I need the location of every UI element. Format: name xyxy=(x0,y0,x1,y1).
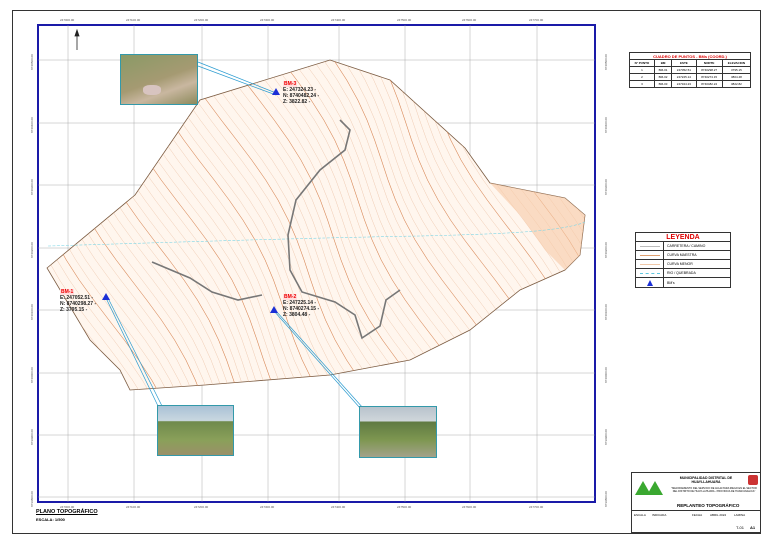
contour-line xyxy=(47,60,86,390)
contour-line xyxy=(47,60,107,390)
coat-of-arms-icon xyxy=(748,475,758,485)
points-table-header: BM xyxy=(653,59,673,67)
entity-name: MUNICIPALIDAD DISTRITAL DE HUAYLLAHUARA xyxy=(679,476,733,484)
contour-line xyxy=(0,40,22,400)
north-arrow-icon xyxy=(74,28,80,50)
legend-minor-contour: CURVA MENOR xyxy=(636,260,730,269)
logo-icon xyxy=(633,475,666,497)
table-cell: 247052.51 xyxy=(671,66,697,74)
table-cell: 8740482.24 xyxy=(695,80,723,88)
points-table-title: CUADRO DE PUNTOS - BMs (COORD.) xyxy=(629,52,751,60)
legend-title: LEYENDA xyxy=(636,233,730,242)
legend-major-contour: CURVA MAESTRA xyxy=(636,251,730,260)
table-cell: 2 xyxy=(629,73,655,81)
table-cell: 247225.14 xyxy=(671,73,697,81)
table-cell: BM-02 xyxy=(653,73,673,81)
points-table-header: N° PUNTO xyxy=(629,59,655,67)
table-row: 3 BM-03 247324.23 8740482.24 3822.82 xyxy=(629,80,752,88)
points-table-header: NORTE xyxy=(695,59,723,67)
bm3-label: BM-3 E: 247324.23 - N: 8740482.24 - Z: 3822… xyxy=(283,81,320,105)
legend-river: RIO / QUEBRADA xyxy=(636,269,730,278)
table-cell: 247324.23 xyxy=(671,80,697,88)
points-table-header: ELEVACION xyxy=(721,59,752,67)
table-cell: 3804.48 xyxy=(721,73,752,81)
contour-line xyxy=(0,40,43,400)
sheet-title: PLANO TOPOGRÁFICO xyxy=(36,509,98,515)
points-table: CUADRO DE PUNTOS - BMs (COORD.) N° PUNTO… xyxy=(629,52,752,88)
table-cell: 3 xyxy=(629,80,655,88)
table-cell: 8740274.15 xyxy=(695,73,723,81)
contour-line xyxy=(47,60,54,390)
legend-road: CARRETERA / CAMINO xyxy=(636,242,730,251)
bm-triangle-icon xyxy=(646,279,653,286)
contour-line xyxy=(47,60,75,390)
photo-bm1 xyxy=(157,405,234,456)
project-name: "MEJORAMIENTO DEL SERVICIO DE AGUA PARA … xyxy=(671,487,757,493)
contour-line xyxy=(0,40,11,400)
legend: LEYENDA CARRETERA / CAMINO CURVA MAESTRA… xyxy=(635,232,731,288)
contour-line xyxy=(0,40,1,400)
bm2-label: BM-2 E: 247225.14 - N: 8740274.15 - Z: 3804… xyxy=(283,294,320,318)
survey-area xyxy=(46,59,586,391)
contour-line xyxy=(0,40,32,400)
table-cell: 8740298.27 xyxy=(695,66,723,74)
table-cell: 3822.82 xyxy=(721,80,752,88)
table-row: 1 BM-01 247052.51 8740298.27 3795.15 xyxy=(629,66,752,74)
table-cell: BM-01 xyxy=(653,66,673,74)
table-cell: 1 xyxy=(629,66,655,74)
table-row: 2 BM-02 247225.14 8740274.15 3804.48 xyxy=(629,73,752,81)
table-cell: 3795.15 xyxy=(721,66,752,74)
sheet-scale: ESCALA: 1/500 xyxy=(36,517,65,522)
photo-bm2 xyxy=(359,406,437,458)
table-cell: BM-03 xyxy=(653,80,673,88)
points-table-header: ESTE xyxy=(671,59,697,67)
contour-line xyxy=(47,60,96,390)
title-block: MUNICIPALIDAD DISTRITAL DE HUAYLLAHUARA … xyxy=(631,472,761,533)
legend-bm: BM's xyxy=(636,278,730,287)
photo-bm3 xyxy=(120,54,198,105)
contour-line xyxy=(47,60,65,390)
bm1-label: BM-1 E: 247052.51 - N: 8740298.27 - Z: 3795… xyxy=(60,289,97,313)
plan-name: REPLANTEO TOPOGRÁFICO xyxy=(677,503,740,508)
